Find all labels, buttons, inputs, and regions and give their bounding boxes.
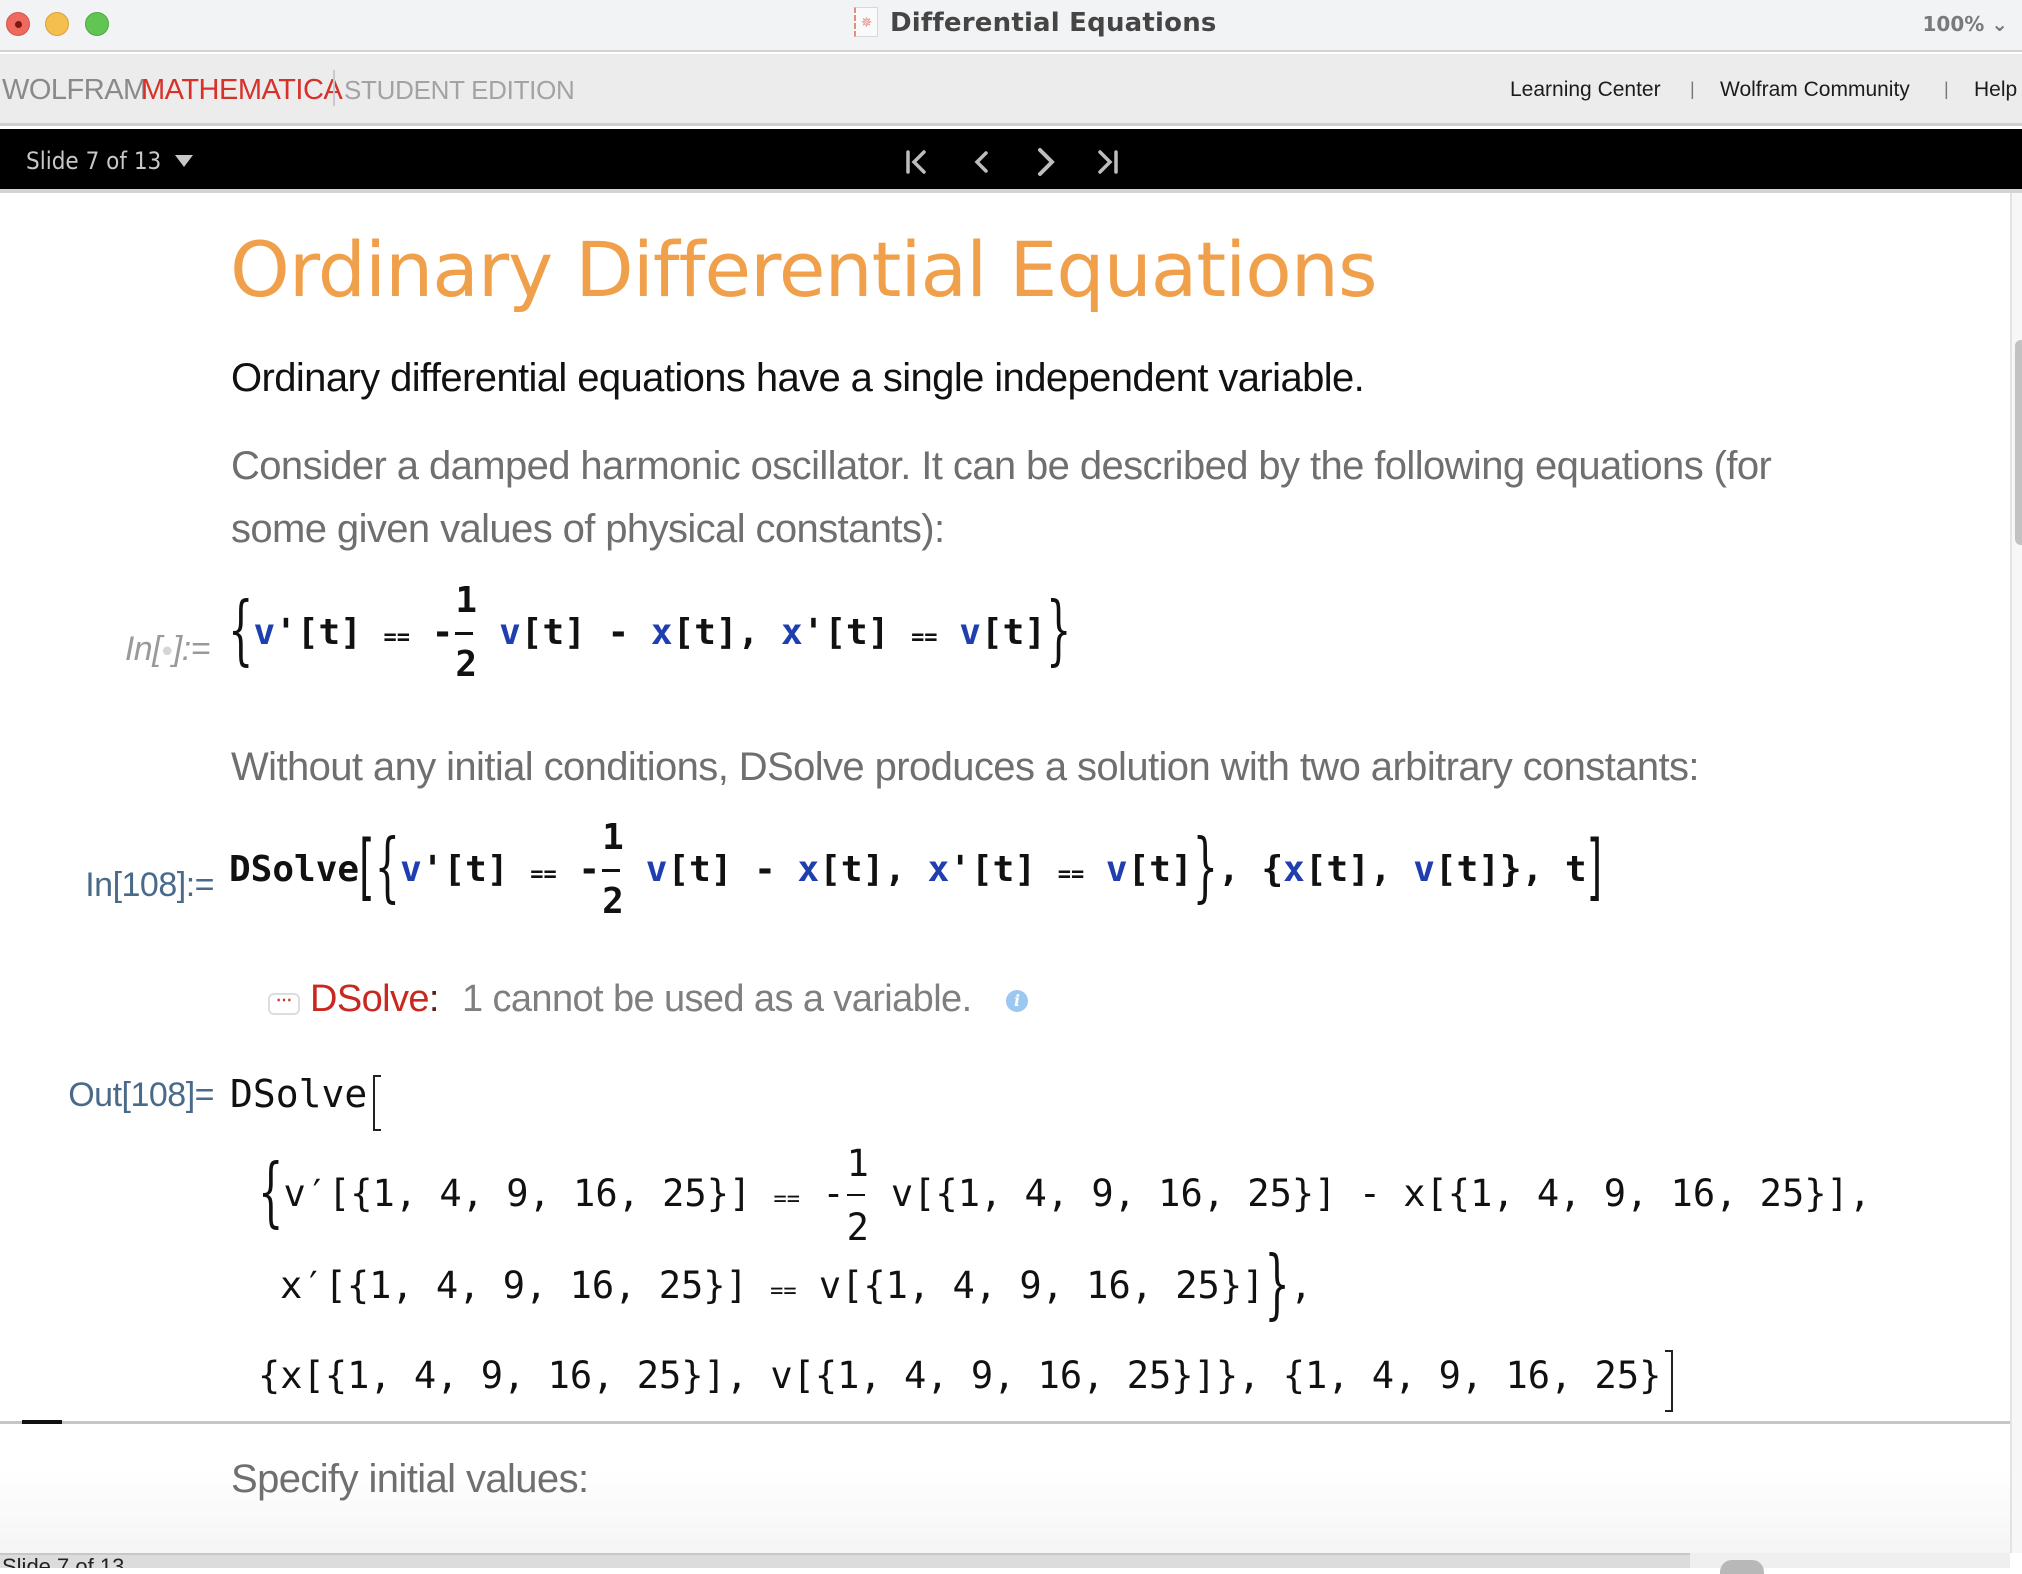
brand-wolfram: WOLFRAM <box>2 74 147 106</box>
slide-lead-text: Ordinary differential equations have a s… <box>231 356 1365 400</box>
output-cell-label: Out[108]= <box>68 1076 214 1114</box>
message-menu-icon[interactable]: ⋯ <box>268 993 300 1015</box>
scrollbar-thumb[interactable] <box>2015 340 2022 545</box>
help-link[interactable]: Help <box>1974 78 2017 102</box>
first-slide-icon <box>906 150 926 174</box>
wolfram-header: WOLFRAM MATHEMATICA STUDENT EDITION Lear… <box>0 54 2022 126</box>
close-bracket <box>1665 1350 1674 1412</box>
brand-divider <box>333 70 335 106</box>
last-slide-icon <box>1098 150 1118 174</box>
close-bracket: ] <box>1586 826 1603 910</box>
output-line-1: {v′[{1, 4, 9, 16, 25}] == -12 v[{1, 4, 9… <box>258 1141 1872 1249</box>
brand-edition: STUDENT EDITION <box>344 75 575 105</box>
horizontal-scroll-knob[interactable] <box>1720 1560 1764 1574</box>
slide-indicator[interactable]: Slide 7 of 13 <box>26 147 161 175</box>
chevron-right-icon <box>1038 148 1055 176</box>
bottom-slide-indicator: Slide 7 of 13 <box>2 1554 125 1568</box>
link-separator: | <box>1690 79 1695 99</box>
previous-slide-button[interactable] <box>964 145 1000 179</box>
output-head: DSolve <box>230 1072 382 1131</box>
last-slide-button[interactable] <box>1090 145 1126 179</box>
first-slide-button[interactable] <box>898 145 934 179</box>
window-title-bar: ✵ Differential Equations 100% ⌄ <box>0 0 2022 52</box>
open-bracket <box>373 1075 382 1131</box>
fraction-one-half: 12 <box>602 817 624 922</box>
cell-insertion-marker <box>22 1420 62 1424</box>
paragraph-line: Consider a damped harmonic oscillator. I… <box>231 444 1772 488</box>
next-slide-button[interactable] <box>1028 145 1064 179</box>
window-title: Differential Equations <box>890 8 1217 38</box>
input-expression[interactable]: {v'[t] == -12 v[t] - x[t], x'[t] == v[t]… <box>228 580 1071 685</box>
close-window-button[interactable] <box>6 12 30 36</box>
learning-center-link[interactable]: Learning Center <box>1510 78 1661 102</box>
fraction-one-half: 12 <box>846 1141 869 1249</box>
brand-mathematica: MATHEMATICA <box>141 74 343 106</box>
cell-insertion-divider[interactable] <box>0 1421 2010 1424</box>
slide-title: Ordinary Differential Equations <box>230 225 1378 314</box>
maximize-window-button[interactable] <box>85 12 109 36</box>
input-cell-label: In[●]:= <box>124 630 211 668</box>
output-line-3: {x[{1, 4, 9, 16, 25}], v[{1, 4, 9, 16, 2… <box>258 1350 1674 1412</box>
bottom-slide-bar: Slide 7 of 13 <box>0 1553 1690 1568</box>
open-bracket: [ <box>359 826 375 910</box>
fraction-one-half: 12 <box>455 580 478 685</box>
paragraph-line: some given values of physical constants)… <box>231 507 945 551</box>
paragraph-line: Without any initial conditions, DSolve p… <box>231 745 1700 789</box>
cell-dot-icon: ● <box>161 639 173 662</box>
link-separator: | <box>1944 79 1949 99</box>
chevron-left-icon <box>974 151 988 173</box>
notebook-document-icon: ✵ <box>854 7 878 37</box>
minimize-window-button[interactable] <box>45 12 69 36</box>
dsolve-input-expression[interactable]: DSolve[{v'[t] == -12 v[t] - x[t], x'[t] … <box>229 817 1602 922</box>
message-text: 1 cannot be used as a variable. <box>462 978 972 1020</box>
zoom-level-dropdown[interactable]: 100% ⌄ <box>1922 12 2008 36</box>
message-function-name: DSolve: <box>310 978 439 1020</box>
input-cell-label: In[108]:= <box>85 866 214 904</box>
caret-down-icon[interactable] <box>175 155 193 167</box>
wolfram-community-link[interactable]: Wolfram Community <box>1720 78 1910 102</box>
info-icon[interactable]: i <box>1006 990 1028 1012</box>
paragraph-line: Specify initial values: <box>231 1457 589 1501</box>
slide-navigation-bar: Slide 7 of 13 <box>0 129 2022 193</box>
output-line-2: x′[{1, 4, 9, 16, 25}] == v[{1, 4, 9, 16,… <box>280 1241 1313 1329</box>
